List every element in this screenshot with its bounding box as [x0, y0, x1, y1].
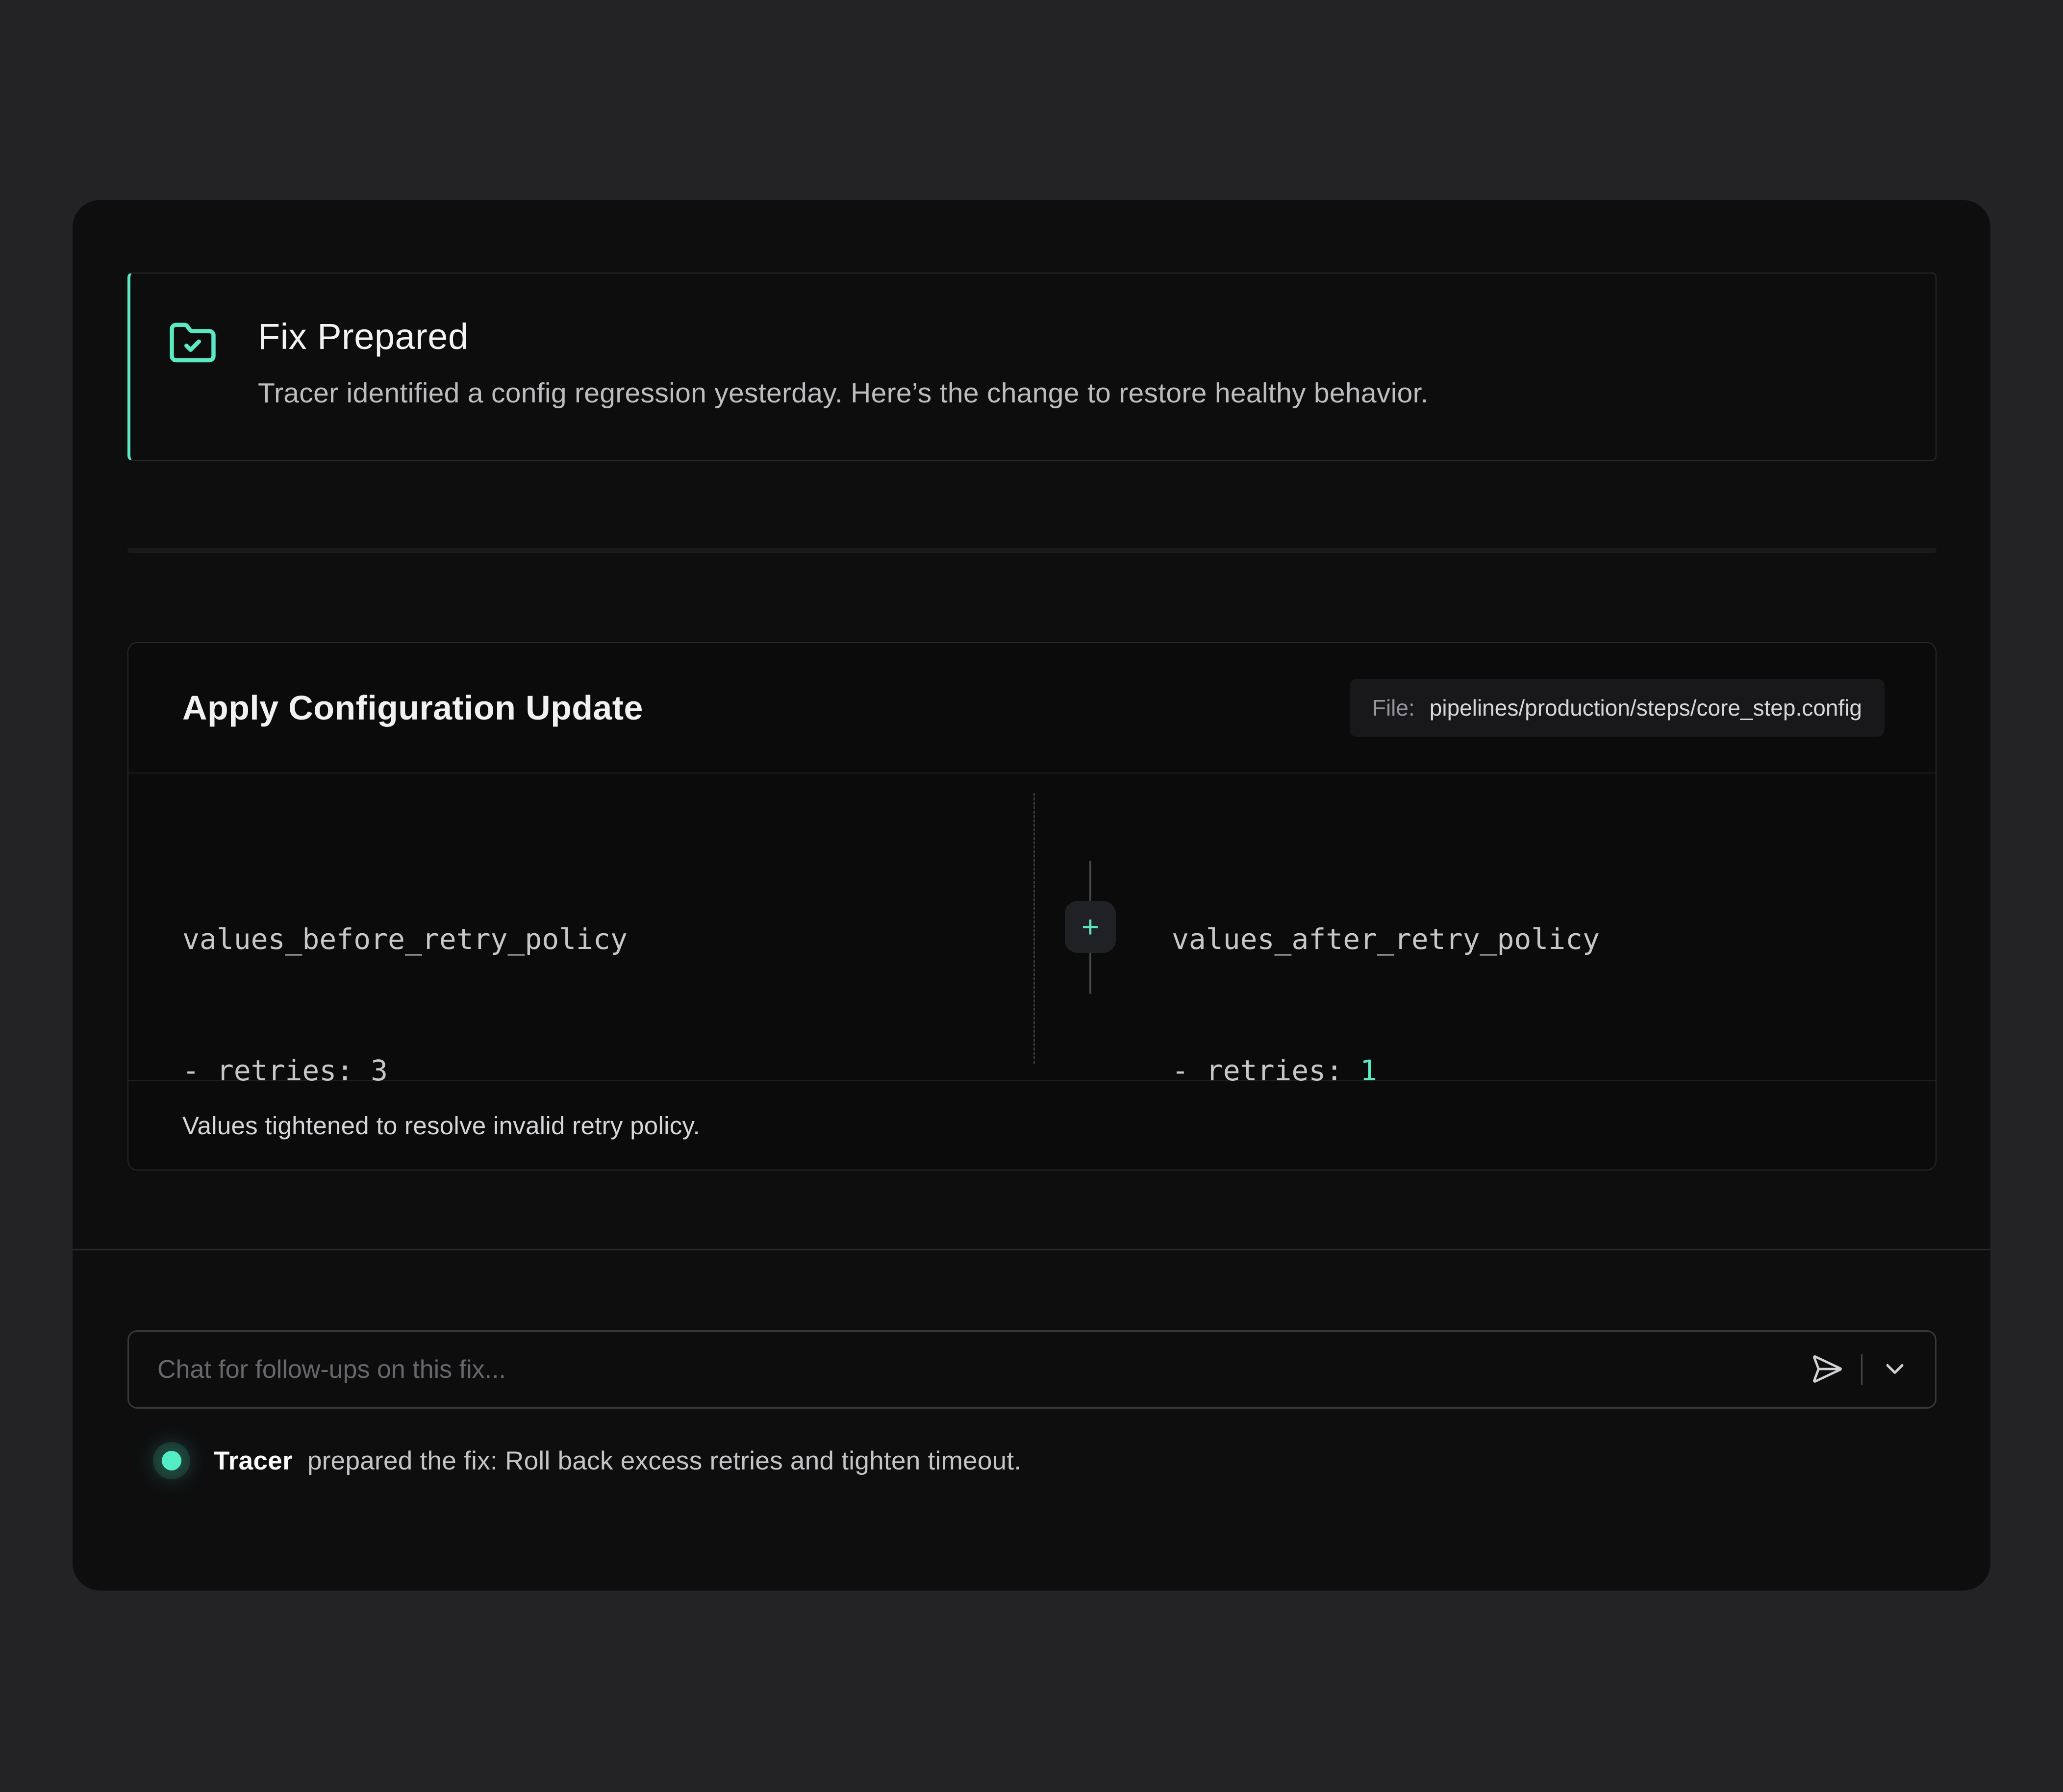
chevron-down-icon: [1880, 1354, 1910, 1385]
before-retries-line: - retries: 3: [182, 1038, 628, 1103]
diff-dashed-divider: [1033, 793, 1035, 1064]
page-background: { "theme": { "accent": "#5BE9C3", "page_…: [0, 0, 2063, 1792]
after-retries-value: 1: [1360, 1054, 1377, 1087]
chat-toolbar-separator: [1861, 1354, 1862, 1385]
chat-bar: [127, 1330, 1937, 1409]
status-agent-name: Tracer: [214, 1446, 293, 1475]
status-message: prepared the fix: Roll back excess retri…: [307, 1446, 1022, 1475]
options-button[interactable]: [1880, 1354, 1910, 1385]
hero-subtitle: Tracer identified a config regression ye…: [258, 377, 1429, 409]
apply-config-update-panel: Apply Configuration Update File: pipelin…: [127, 642, 1937, 1170]
before-retries-value: 3: [371, 1054, 388, 1087]
footer-divider: [73, 1249, 1990, 1250]
status-text: Tracer prepared the fix: Roll back excess…: [214, 1446, 1021, 1476]
before-name: values_before_retry_policy: [182, 907, 628, 971]
config-diff: values_before_retry_policy - retries: 3 …: [128, 773, 1936, 1080]
file-path-chip: File: pipelines/production/steps/core_st…: [1350, 679, 1885, 737]
agent-status-row: Tracer prepared the fix: Roll back excess…: [127, 1441, 1021, 1480]
fix-card: Fix Prepared Tracer identified a config …: [73, 200, 1990, 1591]
page-title: Fix Prepared: [258, 316, 1429, 357]
file-path: pipelines/production/steps/core_step.con…: [1430, 695, 1862, 721]
before-retries-label: - retries:: [182, 1054, 371, 1087]
status-dot-icon: [162, 1451, 181, 1470]
send-button[interactable]: [1810, 1352, 1843, 1387]
after-retries-line: - retries: 1: [1172, 1038, 1600, 1103]
folder-check-icon: [168, 319, 218, 369]
values-before-block: values_before_retry_policy - retries: 3 …: [182, 840, 628, 1170]
panel-title: Apply Configuration Update: [182, 688, 643, 727]
hero-text: Fix Prepared Tracer identified a config …: [258, 316, 1429, 409]
chat-input[interactable]: [157, 1355, 1810, 1384]
fix-prepared-banner: Fix Prepared Tracer identified a config …: [127, 273, 1937, 461]
send-icon: [1810, 1352, 1843, 1387]
apply-plus-button[interactable]: +: [1065, 901, 1116, 953]
values-after-block: values_after_retry_policy - retries: 1 t…: [1172, 840, 1600, 1170]
plus-icon: +: [1082, 910, 1099, 945]
section-divider: [127, 548, 1937, 553]
after-retries-label: - retries:: [1172, 1054, 1360, 1087]
file-label: File:: [1372, 695, 1415, 721]
after-name: values_after_retry_policy: [1172, 907, 1600, 971]
panel-header: Apply Configuration Update File: pipelin…: [128, 643, 1936, 773]
